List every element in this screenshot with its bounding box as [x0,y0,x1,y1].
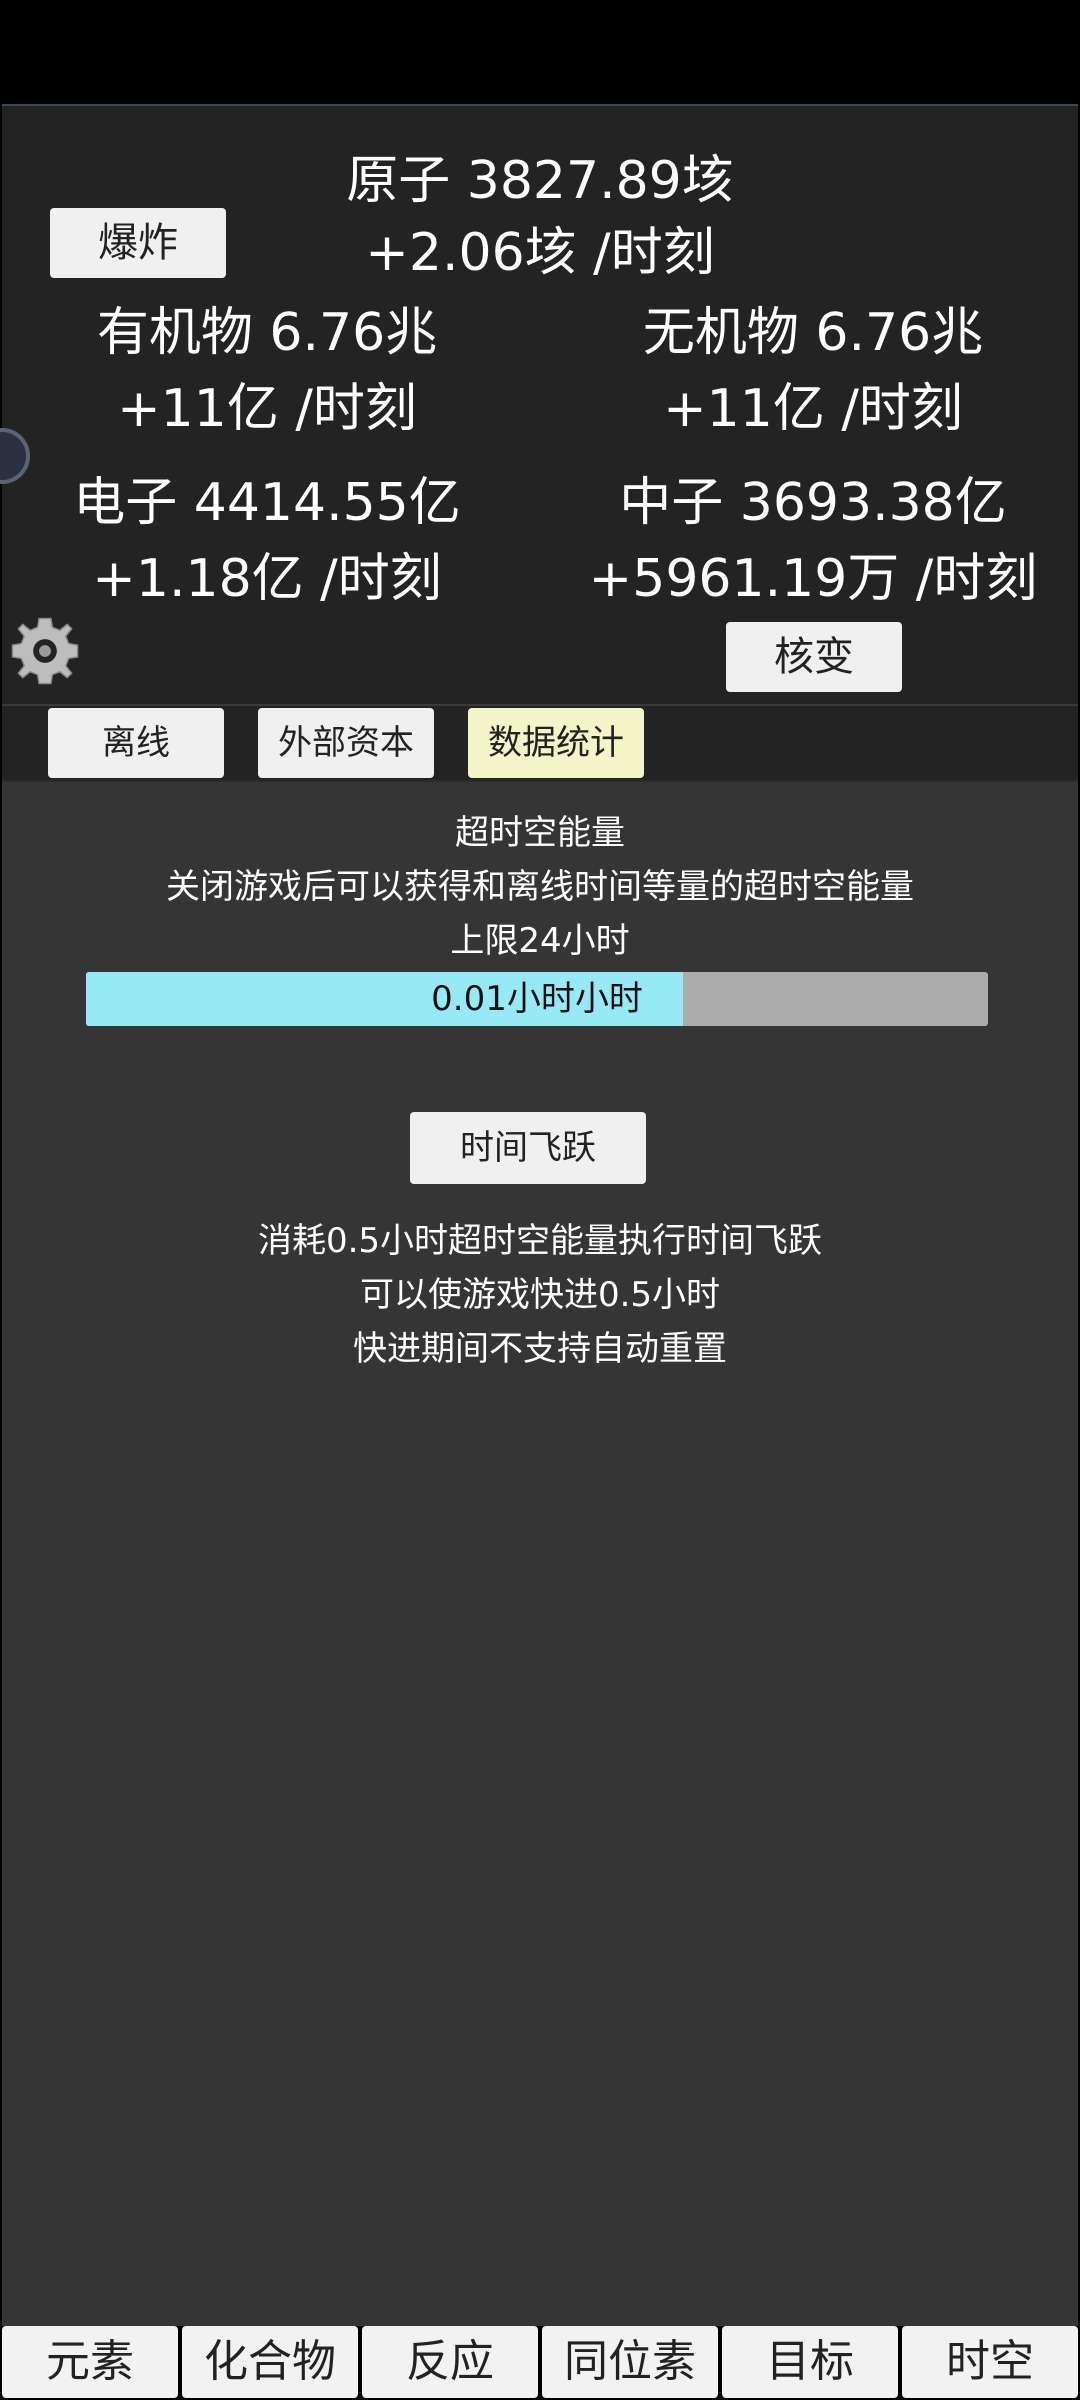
time-jump-button[interactable]: 时间飞跃 [410,1112,646,1184]
tab-external-capital[interactable]: 外部资本 [258,708,434,778]
electron-rate: +1.18亿 /时刻 [92,549,442,609]
neutron-rate: +5961.19万 /时刻 [588,549,1038,609]
organic-rate: +11亿 /时刻 [117,379,417,439]
game-screen: 原子 3827.89垓 +2.06垓 /时刻 爆炸 有机物 6.76兆 +11亿… [0,0,1080,2400]
energy-description: 关闭游戏后可以获得和离线时间等量的超时空能量 [166,867,914,907]
bottom-nav: 元素 化合物 反应 同位素 目标 时空 [0,2326,1080,2400]
fission-button[interactable]: 核变 [726,622,902,692]
energy-progress-bar: 0.01小时小时 [86,972,988,1026]
inorganic-rate: +11亿 /时刻 [663,379,963,439]
tab-statistics[interactable]: 数据统计 [468,708,644,778]
nav-spacetime[interactable]: 时空 [902,2326,1078,2398]
inorganic-count: 无机物 6.76兆 [642,303,984,363]
energy-progress-label: 0.01小时小时 [431,979,643,1019]
tab-offline[interactable]: 离线 [48,708,224,778]
nav-reactions[interactable]: 反应 [362,2326,538,2398]
neutron-count: 中子 3693.38亿 [619,473,1007,533]
jump-description-1: 消耗0.5小时超时空能量执行时间飞跃 [257,1221,823,1261]
resource-panel: 原子 3827.89垓 +2.06垓 /时刻 爆炸 有机物 6.76兆 +11亿… [2,104,1078,704]
nav-compounds[interactable]: 化合物 [182,2326,358,2398]
nav-goals[interactable]: 目标 [722,2326,898,2398]
atom-count: 原子 3827.89垓 [346,151,734,211]
energy-limit: 上限24小时 [450,921,630,961]
electron-count: 电子 4414.55亿 [73,473,461,533]
explode-button[interactable]: 爆炸 [50,208,226,278]
jump-description-3: 快进期间不支持自动重置 [353,1329,727,1369]
jump-description-2: 可以使游戏快进0.5小时 [359,1275,721,1315]
status-bar-area [0,0,1080,104]
nav-isotopes[interactable]: 同位素 [542,2326,718,2398]
energy-title: 超时空能量 [455,813,625,853]
organic-count: 有机物 6.76兆 [96,303,438,363]
nav-elements[interactable]: 元素 [2,2326,178,2398]
gear-icon[interactable] [8,614,82,688]
tab-bar: 离线 外部资本 数据统计 [2,704,1078,782]
